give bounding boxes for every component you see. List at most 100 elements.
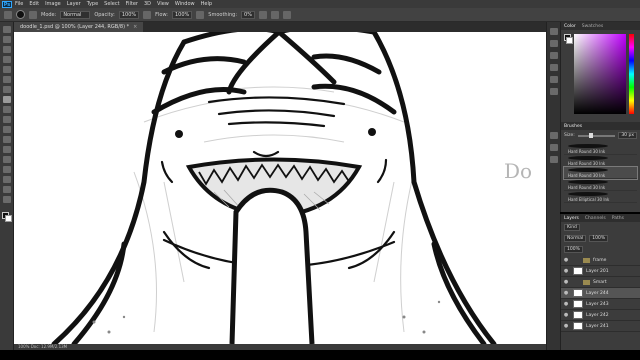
tab-swatches[interactable]: Swatches — [582, 24, 604, 29]
path-select-tool-icon[interactable] — [3, 186, 11, 193]
brush-item-selected[interactable]: Hard Round 30 Ink — [563, 166, 638, 180]
pressure-size-icon[interactable] — [271, 10, 280, 19]
visibility-eye-icon[interactable]: ● — [563, 323, 569, 329]
move-tool-icon[interactable] — [3, 26, 11, 33]
brush-item[interactable]: Hard Round 30 Ink — [564, 155, 637, 167]
menu-view[interactable]: View — [157, 1, 169, 7]
canvas-sketch-text: Do — [504, 159, 532, 183]
brush-item[interactable]: Hard Round 30 Ink — [564, 143, 637, 155]
panel-background-swatch[interactable] — [566, 37, 573, 44]
tab-channels[interactable]: Channels — [585, 216, 606, 221]
menu-type[interactable]: Type — [87, 1, 98, 7]
menu-help[interactable]: Help — [201, 1, 212, 7]
menu-select[interactable]: Select — [104, 1, 119, 7]
tab-brushes[interactable]: Brushes — [564, 124, 582, 129]
brushes-panel: Brushes Size: 30 px Hard Round 30 Ink Ha… — [560, 122, 640, 212]
layer-name: Layer 241 — [586, 323, 609, 329]
crop-tool-icon[interactable] — [3, 66, 11, 73]
dodge-tool-icon[interactable] — [3, 156, 11, 163]
blend-mode-select[interactable]: Normal — [564, 235, 587, 242]
visibility-eye-icon[interactable]: ● — [563, 268, 569, 274]
background-color-swatch[interactable] — [5, 215, 12, 222]
flow-field[interactable]: 100% — [172, 10, 193, 19]
visibility-eye-icon[interactable]: ● — [563, 257, 569, 263]
lasso-tool-icon[interactable] — [3, 46, 11, 53]
quick-select-tool-icon[interactable] — [3, 56, 11, 63]
visibility-eye-icon[interactable]: ● — [563, 301, 569, 307]
menu-edit[interactable]: Edit — [29, 1, 39, 7]
layer-row[interactable]: ● Layer 243 — [561, 299, 640, 310]
menu-bar: Ps File Edit Image Layer Type Select Fil… — [0, 0, 640, 8]
visibility-eye-icon[interactable]: ● — [563, 290, 569, 296]
gradient-tool-icon[interactable] — [3, 136, 11, 143]
pressure-opacity-icon[interactable] — [143, 10, 152, 19]
layer-row[interactable]: ● frame — [561, 255, 640, 266]
layer-fill-field[interactable]: 100% — [564, 246, 583, 253]
layer-row[interactable]: ● Layer 201 — [561, 266, 640, 277]
brush-stroke-preview — [568, 168, 608, 172]
libraries-panel-icon[interactable] — [550, 64, 558, 71]
brush-item[interactable]: Hard Round 30 Ink — [564, 179, 637, 191]
doodle-artwork: Do — [51, 32, 532, 344]
brush-settings-panel-icon[interactable] — [550, 132, 558, 139]
layer-opacity-field[interactable]: 100% — [589, 235, 609, 242]
brush-item[interactable]: Hard Elliptical 30 Ink — [564, 191, 637, 203]
clone-source-panel-icon[interactable] — [550, 144, 558, 151]
tab-paths[interactable]: Paths — [612, 216, 624, 221]
size-slider[interactable] — [577, 132, 616, 138]
tab-layers[interactable]: Layers — [564, 216, 579, 221]
menu-image[interactable]: Image — [45, 1, 61, 7]
layer-row[interactable]: ● Smart — [561, 277, 640, 288]
tab-close-icon[interactable]: × — [133, 24, 137, 30]
visibility-eye-icon[interactable]: ● — [563, 279, 569, 285]
layer-row[interactable]: ● Layer 241 — [561, 321, 640, 332]
brush-tool-icon[interactable] — [3, 96, 11, 103]
history-brush-tool-icon[interactable] — [3, 116, 11, 123]
tab-color[interactable]: Color — [564, 24, 576, 29]
type-tool-icon[interactable] — [3, 176, 11, 183]
tool-presets-panel-icon[interactable] — [550, 156, 558, 163]
visibility-eye-icon[interactable]: ● — [563, 312, 569, 318]
character-panel-icon[interactable] — [550, 76, 558, 83]
color-picker-field[interactable] — [574, 34, 626, 114]
size-value-field[interactable]: 30 px — [618, 132, 637, 139]
marquee-tool-icon[interactable] — [3, 36, 11, 43]
menu-layer[interactable]: Layer — [67, 1, 81, 7]
menu-file[interactable]: File — [15, 1, 23, 7]
opacity-field[interactable]: 100% — [118, 10, 140, 19]
stamp-tool-icon[interactable] — [3, 106, 11, 113]
history-panel-icon[interactable] — [550, 28, 558, 35]
airbrush-icon[interactable] — [196, 10, 205, 19]
layer-row-selected[interactable]: ● Layer 244 — [561, 288, 640, 299]
pen-tool-icon[interactable] — [3, 166, 11, 173]
menu-3d[interactable]: 3D — [144, 1, 151, 7]
menu-window[interactable]: Window — [175, 1, 195, 7]
eraser-tool-icon[interactable] — [3, 126, 11, 133]
frame-tool-icon[interactable] — [3, 76, 11, 83]
layers-panel-tabs: Layers Channels Paths — [561, 214, 640, 222]
symmetry-icon[interactable] — [283, 10, 292, 19]
hand-tool-icon[interactable] — [3, 196, 11, 203]
brush-settings-icon[interactable] — [29, 10, 37, 19]
menu-filter[interactable]: Filter — [126, 1, 138, 7]
smoothing-settings-icon[interactable] — [259, 10, 268, 19]
adjustments-panel-icon[interactable] — [550, 52, 558, 59]
document-tab[interactable]: doodle_1.psd @ 100% (Layer 244, RGB/8) *… — [14, 22, 144, 32]
eyedropper-tool-icon[interactable] — [3, 86, 11, 93]
brush-tool-icon[interactable] — [4, 10, 12, 19]
mode-select[interactable]: Normal — [60, 10, 91, 19]
brush-preset-picker[interactable] — [16, 10, 25, 19]
layer-row[interactable]: ● Layer 242 — [561, 310, 640, 321]
hue-slider[interactable] — [629, 34, 634, 114]
brush-stroke-preview — [568, 192, 608, 196]
brush-name: Hard Round 30 Ink — [568, 185, 606, 190]
paragraph-panel-icon[interactable] — [550, 88, 558, 95]
size-slider-knob[interactable] — [589, 132, 594, 138]
document-canvas[interactable]: Do — [14, 32, 546, 344]
layer-filter-row: Kind — [561, 222, 640, 233]
brush-stroke-preview — [568, 180, 608, 184]
properties-panel-icon[interactable] — [550, 40, 558, 47]
blur-tool-icon[interactable] — [3, 146, 11, 153]
smoothing-field[interactable]: 0% — [241, 10, 256, 19]
layer-kind-filter[interactable]: Kind — [564, 224, 580, 231]
